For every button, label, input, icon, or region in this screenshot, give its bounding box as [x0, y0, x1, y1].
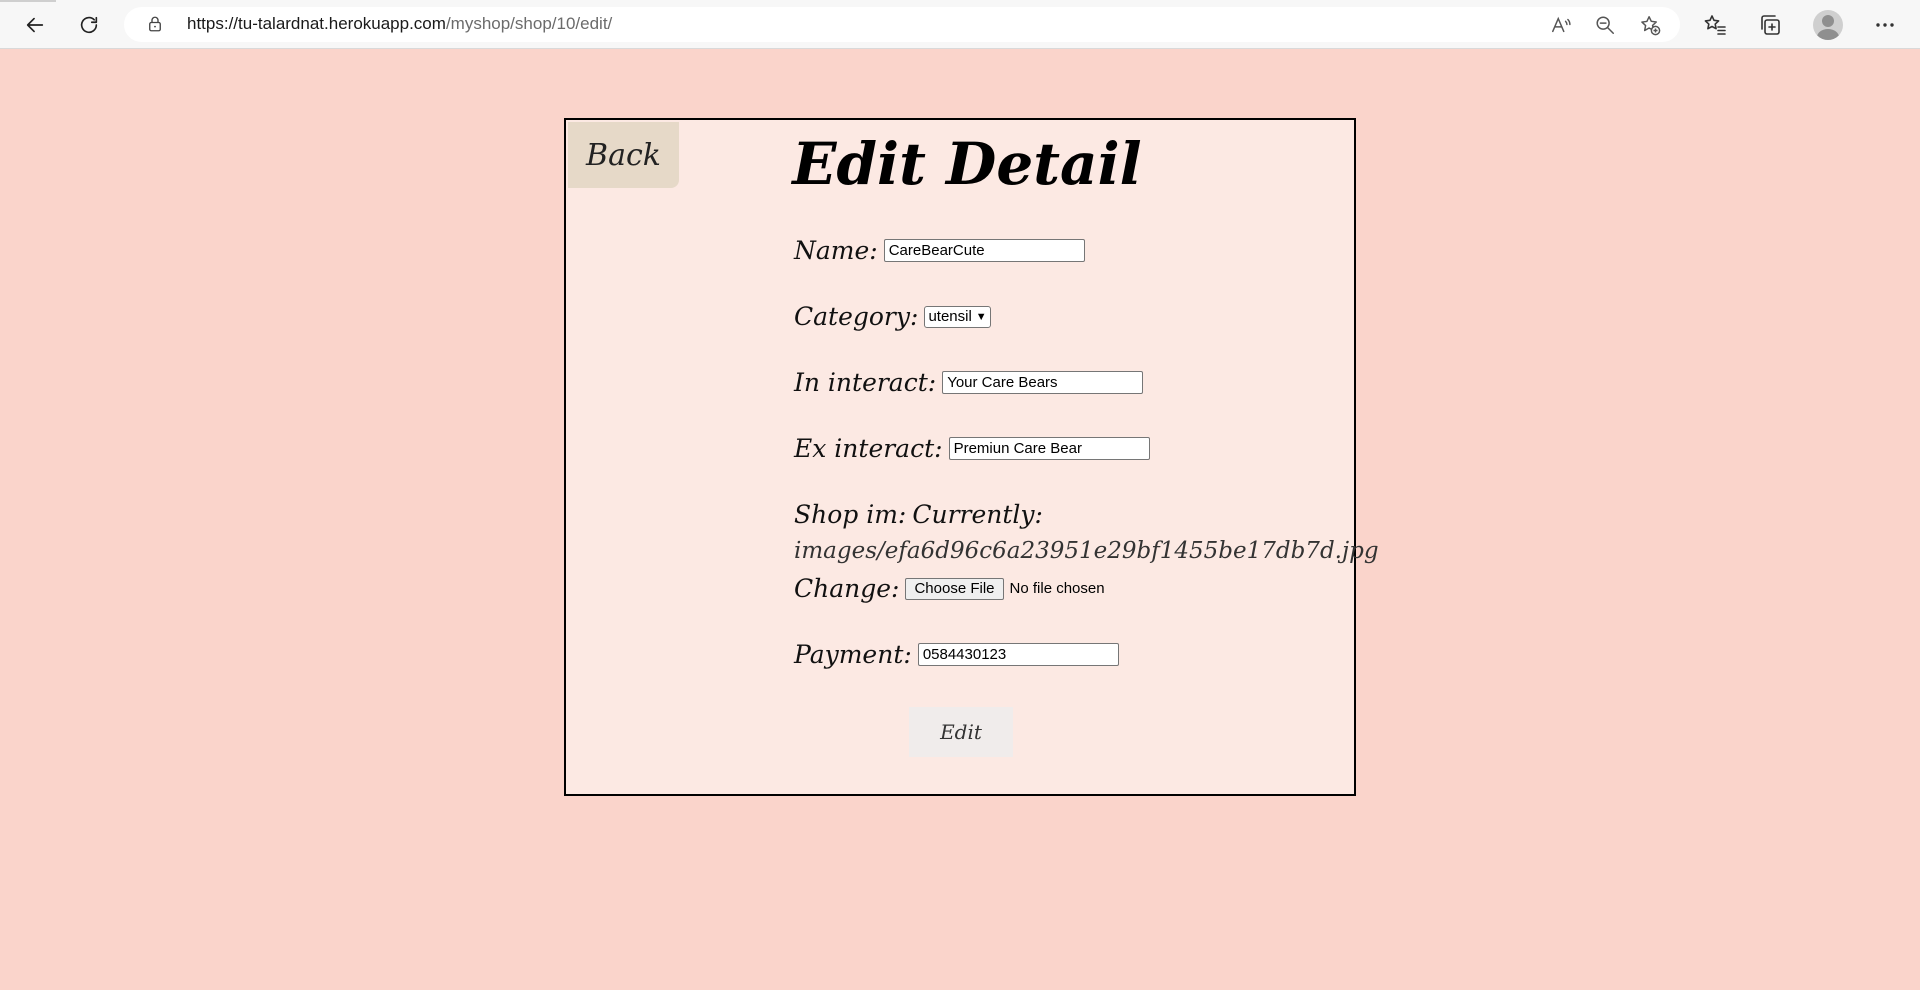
category-select[interactable]: utensil ▼ [924, 305, 991, 328]
current-image-link[interactable]: images/efa6d96c6a23951e29bf1455be17db7d.… [794, 538, 1379, 564]
shop-image-row: Shop im: Currently: [794, 500, 1049, 529]
lock-icon [149, 16, 161, 32]
add-favorite-icon[interactable] [1639, 14, 1661, 36]
back-arrow-icon[interactable] [18, 8, 52, 42]
currently-label: Currently: [912, 500, 1043, 529]
address-bar[interactable]: https://tu-talardnat.herokuapp.com/mysho… [124, 7, 1680, 42]
shop-image-label: Shop im: [794, 500, 907, 529]
in-interact-label: In interact: [794, 368, 937, 397]
page-title: Edit Detail [792, 130, 1142, 198]
url-host: https://tu-talardnat.herokuapp.com [187, 14, 446, 33]
payment-label: Payment: [794, 640, 912, 669]
category-selected-value: utensil [928, 308, 972, 325]
read-aloud-icon[interactable] [1550, 14, 1572, 36]
category-label: Category: [794, 302, 919, 331]
category-row: Category: utensil ▼ [794, 302, 991, 331]
collections-icon[interactable] [1755, 10, 1785, 40]
name-input[interactable] [883, 239, 1085, 262]
payment-row: Payment: [794, 640, 1119, 669]
choose-file-button[interactable]: Choose File [905, 577, 1004, 600]
ex-interact-input[interactable] [948, 437, 1150, 460]
edit-submit-button[interactable]: Edit [909, 707, 1013, 757]
tab-strip-indicator [0, 0, 56, 2]
payment-input[interactable] [917, 643, 1119, 666]
file-status-text: No file chosen [1009, 580, 1105, 597]
in-interact-row: In interact: [794, 368, 1144, 397]
name-row: Name: [794, 236, 1085, 265]
name-label: Name: [794, 236, 878, 265]
ex-interact-label: Ex interact: [794, 434, 943, 463]
favorites-icon[interactable] [1700, 10, 1730, 40]
in-interact-input[interactable] [942, 371, 1144, 394]
zoom-out-icon[interactable] [1594, 14, 1616, 36]
chevron-down-icon: ▼ [975, 310, 987, 323]
current-image-row: images/efa6d96c6a23951e29bf1455be17db7d.… [794, 538, 1379, 564]
url-path: /myshop/shop/10/edit/ [445, 14, 613, 33]
more-options-icon[interactable] [1870, 10, 1900, 40]
refresh-icon[interactable] [72, 8, 106, 42]
profile-avatar[interactable] [1813, 10, 1843, 40]
ex-interact-row: Ex interact: [794, 434, 1150, 463]
edit-detail-card: Back Edit Detail Name: Category: utensil… [564, 118, 1379, 796]
url-text[interactable]: https://tu-talardnat.herokuapp.com/mysho… [187, 14, 612, 34]
browser-toolbar: https://tu-talardnat.herokuapp.com/mysho… [0, 0, 1920, 49]
change-label: Change: [794, 574, 900, 603]
change-image-row: Change: Choose File No file chosen [794, 574, 1105, 603]
